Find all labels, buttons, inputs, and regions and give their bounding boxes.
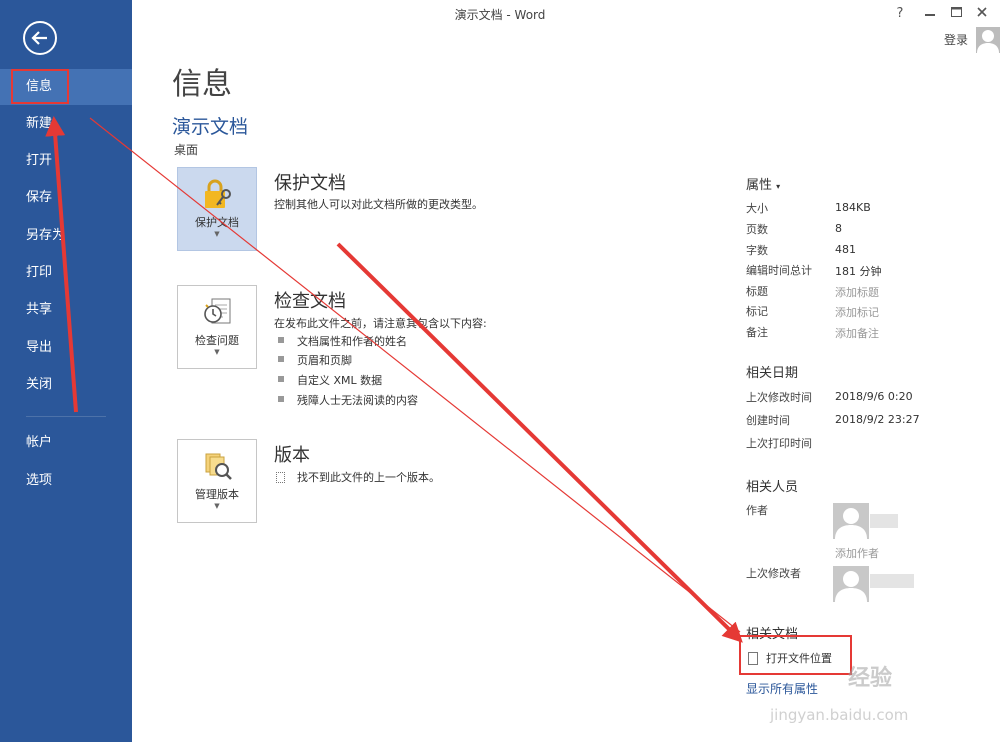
protect-document-button[interactable]: 保护文档 ▼ xyxy=(177,167,257,251)
inspect-document-icon xyxy=(202,296,234,328)
inspect-bullet: 页眉和页脚 xyxy=(278,352,352,368)
chevron-down-icon: ▾ xyxy=(776,182,781,191)
prop-label: 编辑时间总计 xyxy=(746,264,812,277)
watermark-brand: 经验 xyxy=(848,666,893,691)
date-label: 上次打印时间 xyxy=(746,437,812,450)
sidebar-item-print[interactable]: 打印 xyxy=(0,255,132,291)
sidebar-item-export[interactable]: 导出 xyxy=(0,330,132,366)
highlight-box-open-location xyxy=(739,635,852,675)
annotation-arrows xyxy=(45,116,743,643)
versions-desc-row: 找不到此文件的上一个版本。 xyxy=(276,469,440,485)
prop-label: 标记 xyxy=(746,305,768,318)
check-issues-button[interactable]: 检查问题 ▼ xyxy=(177,285,257,369)
date-value: 2018/9/2 23:27 xyxy=(835,413,920,426)
minimize-icon xyxy=(925,14,935,16)
author-avatar-icon[interactable] xyxy=(833,503,869,539)
sidebar-item-save-as[interactable]: 另存为 xyxy=(0,218,132,254)
window-title: 演示文档 - Word xyxy=(454,8,546,22)
minimize-button[interactable] xyxy=(920,5,940,23)
signin-link[interactable]: 登录 xyxy=(944,31,968,48)
manage-versions-button[interactable]: 管理版本 ▼ xyxy=(177,439,257,523)
inspect-bullet: 自定义 XML 数据 xyxy=(277,372,382,388)
date-label: 上次修改时间 xyxy=(746,391,812,404)
chevron-down-icon: ▼ xyxy=(214,502,220,510)
prop-value: 181 分钟 xyxy=(835,265,882,278)
last-modified-by-label: 上次修改者 xyxy=(746,567,801,580)
highlight-box-info xyxy=(11,69,69,104)
author-label: 作者 xyxy=(746,504,768,517)
versions-title: 版本 xyxy=(274,445,310,466)
check-issues-label: 检查问题 xyxy=(195,334,239,347)
prop-value: 8 xyxy=(835,222,842,235)
sidebar-item-share[interactable]: 共享 xyxy=(0,292,132,328)
chevron-down-icon: ▼ xyxy=(214,230,220,238)
author-name-redacted xyxy=(870,514,898,528)
protect-title: 保护文档 xyxy=(274,173,346,194)
document-icon xyxy=(276,472,285,483)
related-people-header: 相关人员 xyxy=(746,480,799,495)
related-dates-header: 相关日期 xyxy=(746,366,799,381)
prop-label: 标题 xyxy=(746,285,768,298)
modifier-avatar-icon[interactable] xyxy=(833,566,869,602)
help-button[interactable]: ? xyxy=(890,5,910,23)
manage-versions-label: 管理版本 xyxy=(195,488,239,501)
page-title: 信息 xyxy=(172,67,232,102)
properties-header[interactable]: 属性 ▾ xyxy=(746,174,780,193)
back-arrow-icon[interactable] xyxy=(23,21,57,55)
lock-icon xyxy=(202,178,234,210)
inspect-title: 检查文档 xyxy=(274,291,346,312)
prop-label: 字数 xyxy=(746,244,768,257)
show-all-properties-link[interactable]: 显示所有属性 xyxy=(746,680,818,697)
sidebar-item-account[interactable]: 帐户 xyxy=(0,425,132,461)
add-title-field[interactable]: 添加标题 xyxy=(835,284,879,300)
date-label: 创建时间 xyxy=(746,414,790,427)
sidebar-item-options[interactable]: 选项 xyxy=(0,463,132,499)
modifier-name-redacted xyxy=(870,574,914,588)
add-author-link[interactable]: 添加作者 xyxy=(835,545,879,561)
inspect-desc: 在发布此文件之前，请注意其包含以下内容: xyxy=(274,317,487,330)
sidebar-item-open[interactable]: 打开 xyxy=(0,143,132,179)
document-name: 演示文档 xyxy=(172,116,249,138)
prop-value: 481 xyxy=(835,243,856,256)
protect-desc: 控制其他人可以对此文档所做的更改类型。 xyxy=(274,198,483,211)
date-value: 2018/9/6 0:20 xyxy=(835,390,913,403)
prop-label: 备注 xyxy=(746,326,768,339)
arrow-to-open-location xyxy=(336,242,743,643)
inspect-bullet: 文档属性和作者的姓名 xyxy=(278,333,407,349)
add-comments-field[interactable]: 添加备注 xyxy=(835,325,879,341)
sidebar-item-save[interactable]: 保存 xyxy=(0,180,132,216)
sidebar-item-close[interactable]: 关闭 xyxy=(0,367,132,403)
versions-icon xyxy=(202,450,234,482)
sidebar-item-new[interactable]: 新建 xyxy=(0,106,132,142)
prop-label: 页数 xyxy=(746,223,768,236)
inspect-bullet: 残障人士无法阅读的内容 xyxy=(278,392,418,408)
maximize-icon xyxy=(950,7,962,17)
add-tags-field[interactable]: 添加标记 xyxy=(835,304,879,320)
chevron-down-icon: ▼ xyxy=(214,348,220,356)
watermark-url: jingyan.baidu.com xyxy=(770,706,909,724)
document-location: 桌面 xyxy=(174,143,199,157)
backstage-sidebar: 信息 新建 打开 保存 另存为 打印 共享 导出 关闭 帐户 选项 xyxy=(0,0,132,742)
close-icon xyxy=(977,7,987,17)
sidebar-divider xyxy=(26,416,106,417)
prop-label: 大小 xyxy=(746,202,768,215)
user-avatar-icon[interactable] xyxy=(976,27,1000,53)
prop-value: 184KB xyxy=(835,201,871,214)
protect-tile-label: 保护文档 xyxy=(195,216,239,229)
maximize-button[interactable] xyxy=(946,5,966,23)
close-button[interactable] xyxy=(972,5,992,23)
